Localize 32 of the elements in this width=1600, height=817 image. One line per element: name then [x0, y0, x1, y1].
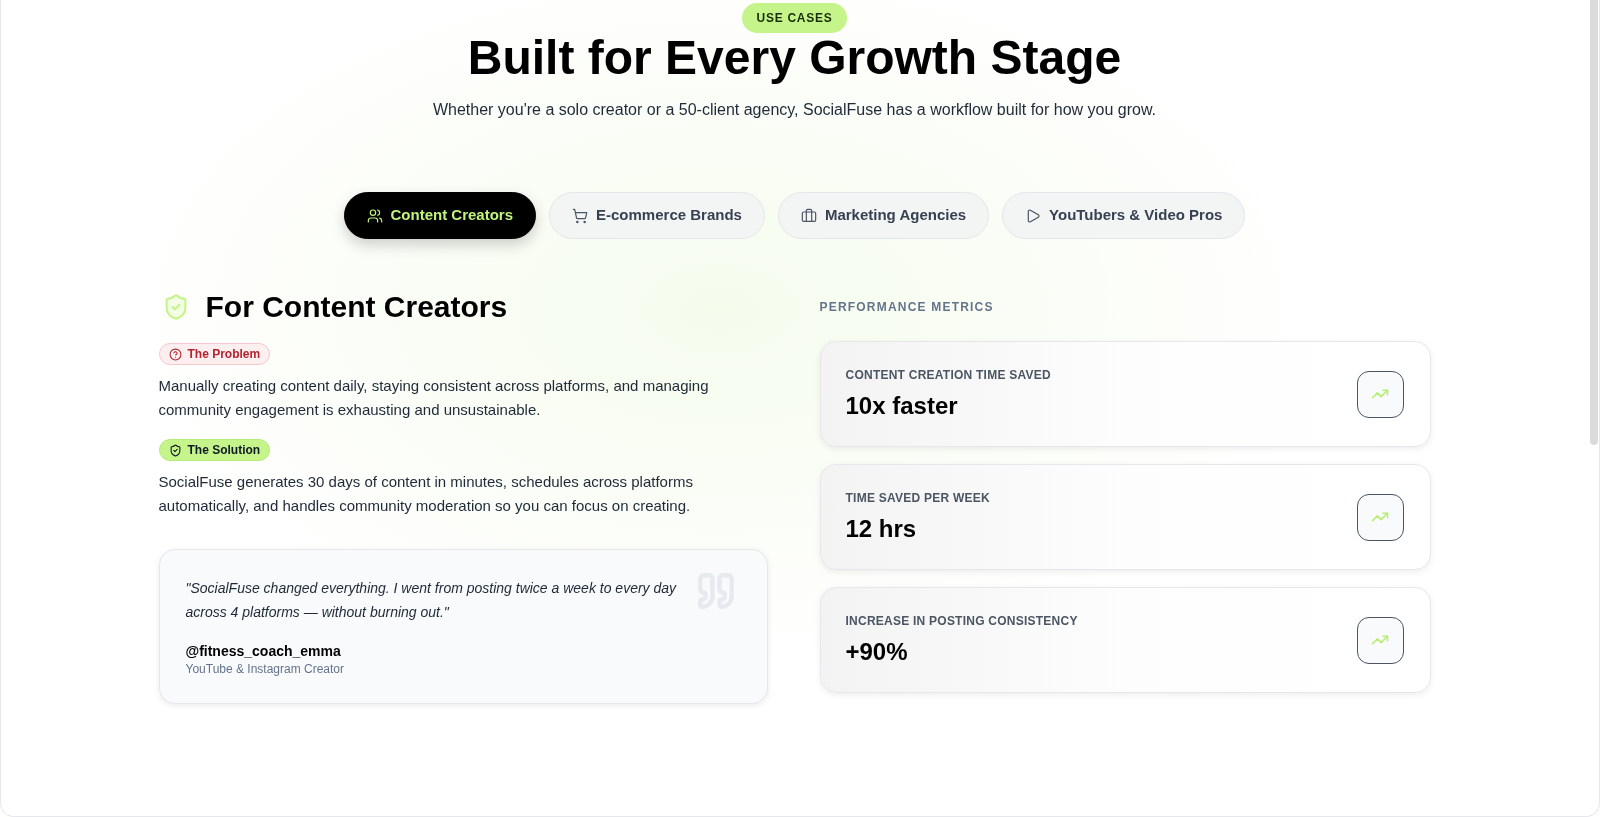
category-tab[interactable]: E-commerce Brands [549, 192, 765, 239]
solution-badge: The Solution [158, 439, 271, 461]
solution-text: SocialFuse generates 30 days of content in minutes, schedules across platforms automatically, and handles community moderation so you can focus on creating. [158, 472, 694, 516]
metric-value: +90% [845, 637, 908, 667]
testimonial-role: YouTube & Instagram Creator [185, 661, 345, 677]
section-title: Built for Every Growth Stage [467, 32, 1122, 84]
play-icon [1025, 207, 1042, 224]
cart-icon [572, 207, 589, 224]
scrollbar-thumb[interactable] [1589, 0, 1598, 445]
users-icon [366, 207, 383, 224]
help-circle-icon [168, 347, 182, 361]
category-tab[interactable]: YouTubers & Video Pros [1002, 192, 1246, 239]
metric-label: TIME SAVED PER WEEK [845, 490, 990, 506]
metric-label: CONTENT CREATION TIME SAVED [845, 367, 1051, 383]
metric-value: 12 hrs [845, 514, 917, 544]
category-tab[interactable]: Marketing Agencies [777, 192, 990, 239]
problem-text: Manually creating content daily, staying consistent across platforms, and managing community engagement is exhausting and unsustainable. [158, 376, 710, 420]
use-case-title: For Content Creators [205, 289, 508, 325]
problem-badge: The Problem [158, 343, 271, 365]
section-badge: USE CASES [741, 3, 848, 33]
section-subtitle: Whether you're a solo creator or a 50-client agency, SocialFuse has a workflow built for how you grow. [432, 100, 1157, 120]
metric-value: 10x faster [845, 391, 958, 421]
category-tab[interactable]: Content Creators [343, 192, 537, 239]
metric-label: INCREASE IN POSTING CONSISTENCY [845, 613, 1078, 629]
trending-up-icon [1356, 370, 1404, 418]
briefcase-icon [800, 207, 817, 224]
trending-up-icon [1356, 493, 1404, 541]
testimonial-author: @fitness_coach_emma [185, 642, 341, 661]
testimonial-quote: "SocialFuse changed everything. I went from posting twice a week to every day across 4 platforms — without burning out." [185, 579, 678, 622]
metrics-heading: PERFORMANCE METRICS [819, 299, 994, 315]
shield-check-icon [168, 443, 182, 457]
trending-up-icon [1356, 616, 1404, 664]
